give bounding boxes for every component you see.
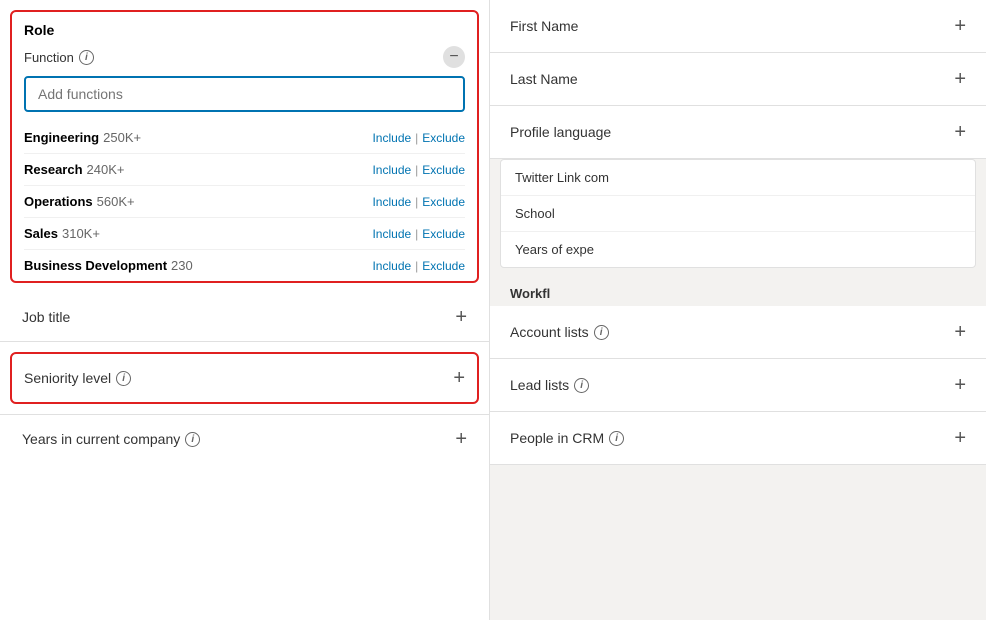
function-name-engineering: Engineering250K+ xyxy=(24,130,141,145)
account-lists-label-container: Account lists i xyxy=(510,324,609,340)
include-research-link[interactable]: Include xyxy=(372,163,411,177)
include-operations-link[interactable]: Include xyxy=(372,195,411,209)
exclude-engineering-link[interactable]: Exclude xyxy=(422,131,465,145)
lead-lists-info-icon[interactable]: i xyxy=(574,378,589,393)
workflow-section: Workfl Account lists i + Lead lists i + … xyxy=(490,276,986,465)
include-exclude-research: Include | Exclude xyxy=(372,163,465,177)
years-plus-button[interactable]: + xyxy=(455,429,467,449)
seniority-label-text: Seniority level xyxy=(24,370,111,386)
account-lists-info-icon[interactable]: i xyxy=(594,325,609,340)
exclude-research-link[interactable]: Exclude xyxy=(422,163,465,177)
people-in-crm-label-container: People in CRM i xyxy=(510,430,624,446)
years-in-company-label: Years in current company i xyxy=(22,431,200,447)
role-title: Role xyxy=(24,22,465,38)
list-item: Research240K+ Include | Exclude xyxy=(24,154,465,186)
role-section: Role Function i − Engineering250K+ Inclu… xyxy=(10,10,479,283)
last-name-label: Last Name xyxy=(510,71,578,87)
seniority-row[interactable]: Seniority level i + xyxy=(12,354,477,402)
function-label: Function i xyxy=(24,50,94,65)
function-name-operations: Operations560K+ xyxy=(24,194,135,209)
years-info-icon[interactable]: i xyxy=(185,432,200,447)
include-exclude-bizdev: Include | Exclude xyxy=(372,259,465,273)
lead-lists-plus-button[interactable]: + xyxy=(954,375,966,395)
list-item: Operations560K+ Include | Exclude xyxy=(24,186,465,218)
account-lists-plus-button[interactable]: + xyxy=(954,322,966,342)
lead-lists-row[interactable]: Lead lists i + xyxy=(490,359,986,412)
profile-language-row[interactable]: Profile language + xyxy=(490,106,986,159)
seniority-plus-button[interactable]: + xyxy=(453,368,465,388)
last-name-row[interactable]: Last Name + xyxy=(490,53,986,106)
job-title-plus-button[interactable]: + xyxy=(455,307,467,327)
people-in-crm-label: People in CRM xyxy=(510,430,604,446)
right-panel: First Name + Last Name + Profile languag… xyxy=(490,0,986,620)
job-title-row[interactable]: Job title + xyxy=(0,293,489,342)
function-list: Engineering250K+ Include | Exclude Resea… xyxy=(24,122,465,281)
include-sales-link[interactable]: Include xyxy=(372,227,411,241)
account-lists-label: Account lists xyxy=(510,324,589,340)
account-lists-row[interactable]: Account lists i + xyxy=(490,306,986,359)
function-name-sales: Sales310K+ xyxy=(24,226,100,241)
function-info-icon[interactable]: i xyxy=(79,50,94,65)
first-name-plus-button[interactable]: + xyxy=(954,16,966,36)
list-item: Engineering250K+ Include | Exclude xyxy=(24,122,465,154)
school-item[interactable]: School xyxy=(501,196,975,232)
job-title-label: Job title xyxy=(22,309,70,325)
twitter-link-item[interactable]: Twitter Link com xyxy=(501,160,975,196)
last-name-plus-button[interactable]: + xyxy=(954,69,966,89)
function-name-bizdev: Business Development230 xyxy=(24,258,193,273)
people-in-crm-info-icon[interactable]: i xyxy=(609,431,624,446)
function-label-text: Function xyxy=(24,50,74,65)
years-exp-item[interactable]: Years of expe xyxy=(501,232,975,267)
function-name-research: Research240K+ xyxy=(24,162,125,177)
add-functions-input[interactable] xyxy=(24,76,465,112)
pipe-divider: | xyxy=(415,131,418,145)
profile-language-label: Profile language xyxy=(510,124,611,140)
list-item: Sales310K+ Include | Exclude xyxy=(24,218,465,250)
function-minus-button[interactable]: − xyxy=(443,46,465,68)
seniority-info-icon[interactable]: i xyxy=(116,371,131,386)
exclude-sales-link[interactable]: Exclude xyxy=(422,227,465,241)
include-bizdev-link[interactable]: Include xyxy=(372,259,411,273)
include-exclude-sales: Include | Exclude xyxy=(372,227,465,241)
lead-lists-label-container: Lead lists i xyxy=(510,377,589,393)
dropdown-partial: Twitter Link com School Years of expe xyxy=(500,159,976,268)
people-in-crm-row[interactable]: People in CRM i + xyxy=(490,412,986,465)
list-item: Business Development230 Include | Exclud… xyxy=(24,250,465,281)
people-in-crm-plus-button[interactable]: + xyxy=(954,428,966,448)
include-engineering-link[interactable]: Include xyxy=(372,131,411,145)
function-header: Function i − xyxy=(24,46,465,68)
include-exclude-operations: Include | Exclude xyxy=(372,195,465,209)
exclude-operations-link[interactable]: Exclude xyxy=(422,195,465,209)
first-name-label: First Name xyxy=(510,18,578,34)
first-name-row[interactable]: First Name + xyxy=(490,0,986,53)
exclude-bizdev-link[interactable]: Exclude xyxy=(422,259,465,273)
profile-language-plus-button[interactable]: + xyxy=(954,122,966,142)
lead-lists-label: Lead lists xyxy=(510,377,569,393)
seniority-section: Seniority level i + xyxy=(10,352,479,404)
include-exclude-engineering: Include | Exclude xyxy=(372,131,465,145)
workflow-label: Workfl xyxy=(490,276,986,306)
years-in-company-row[interactable]: Years in current company i + xyxy=(0,414,489,463)
seniority-label: Seniority level i xyxy=(24,370,131,386)
